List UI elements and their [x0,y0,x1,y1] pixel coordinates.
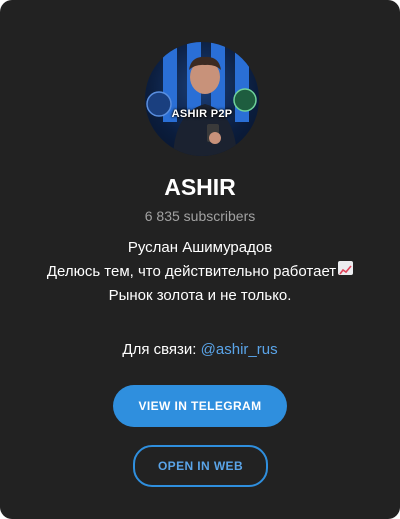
channel-description: Руслан Ашимурадов Делюсь тем, что действ… [0,236,400,308]
open-in-web-button[interactable]: OPEN IN WEB [133,445,268,487]
view-in-telegram-button[interactable]: VIEW IN TELEGRAM [113,385,287,427]
channel-title: ASHIR [164,174,236,200]
contact-line: Для связи: @ashir_rus [0,339,400,361]
channel-preview-card: ASHIR P2P ASHIR 6 835 subscribers Руслан… [0,0,400,519]
contact-label: Для связи: [122,341,197,358]
description-text: Делюсь тем, что действительно работает [46,263,337,280]
description-line: Делюсь тем, что действительно работает [0,260,400,284]
description-line: Руслан Ашимурадов [127,239,273,256]
contact-handle-link[interactable]: @ashir_rus [201,341,278,358]
chart-increasing-icon [338,261,354,275]
description-line: Рынок золота и не только. [108,287,292,304]
avatar-photo [146,42,257,156]
channel-avatar: ASHIR P2P [145,42,259,156]
avatar-label: ASHIR P2P [171,108,233,120]
subscriber-count: 6 835 subscribers [144,208,256,224]
